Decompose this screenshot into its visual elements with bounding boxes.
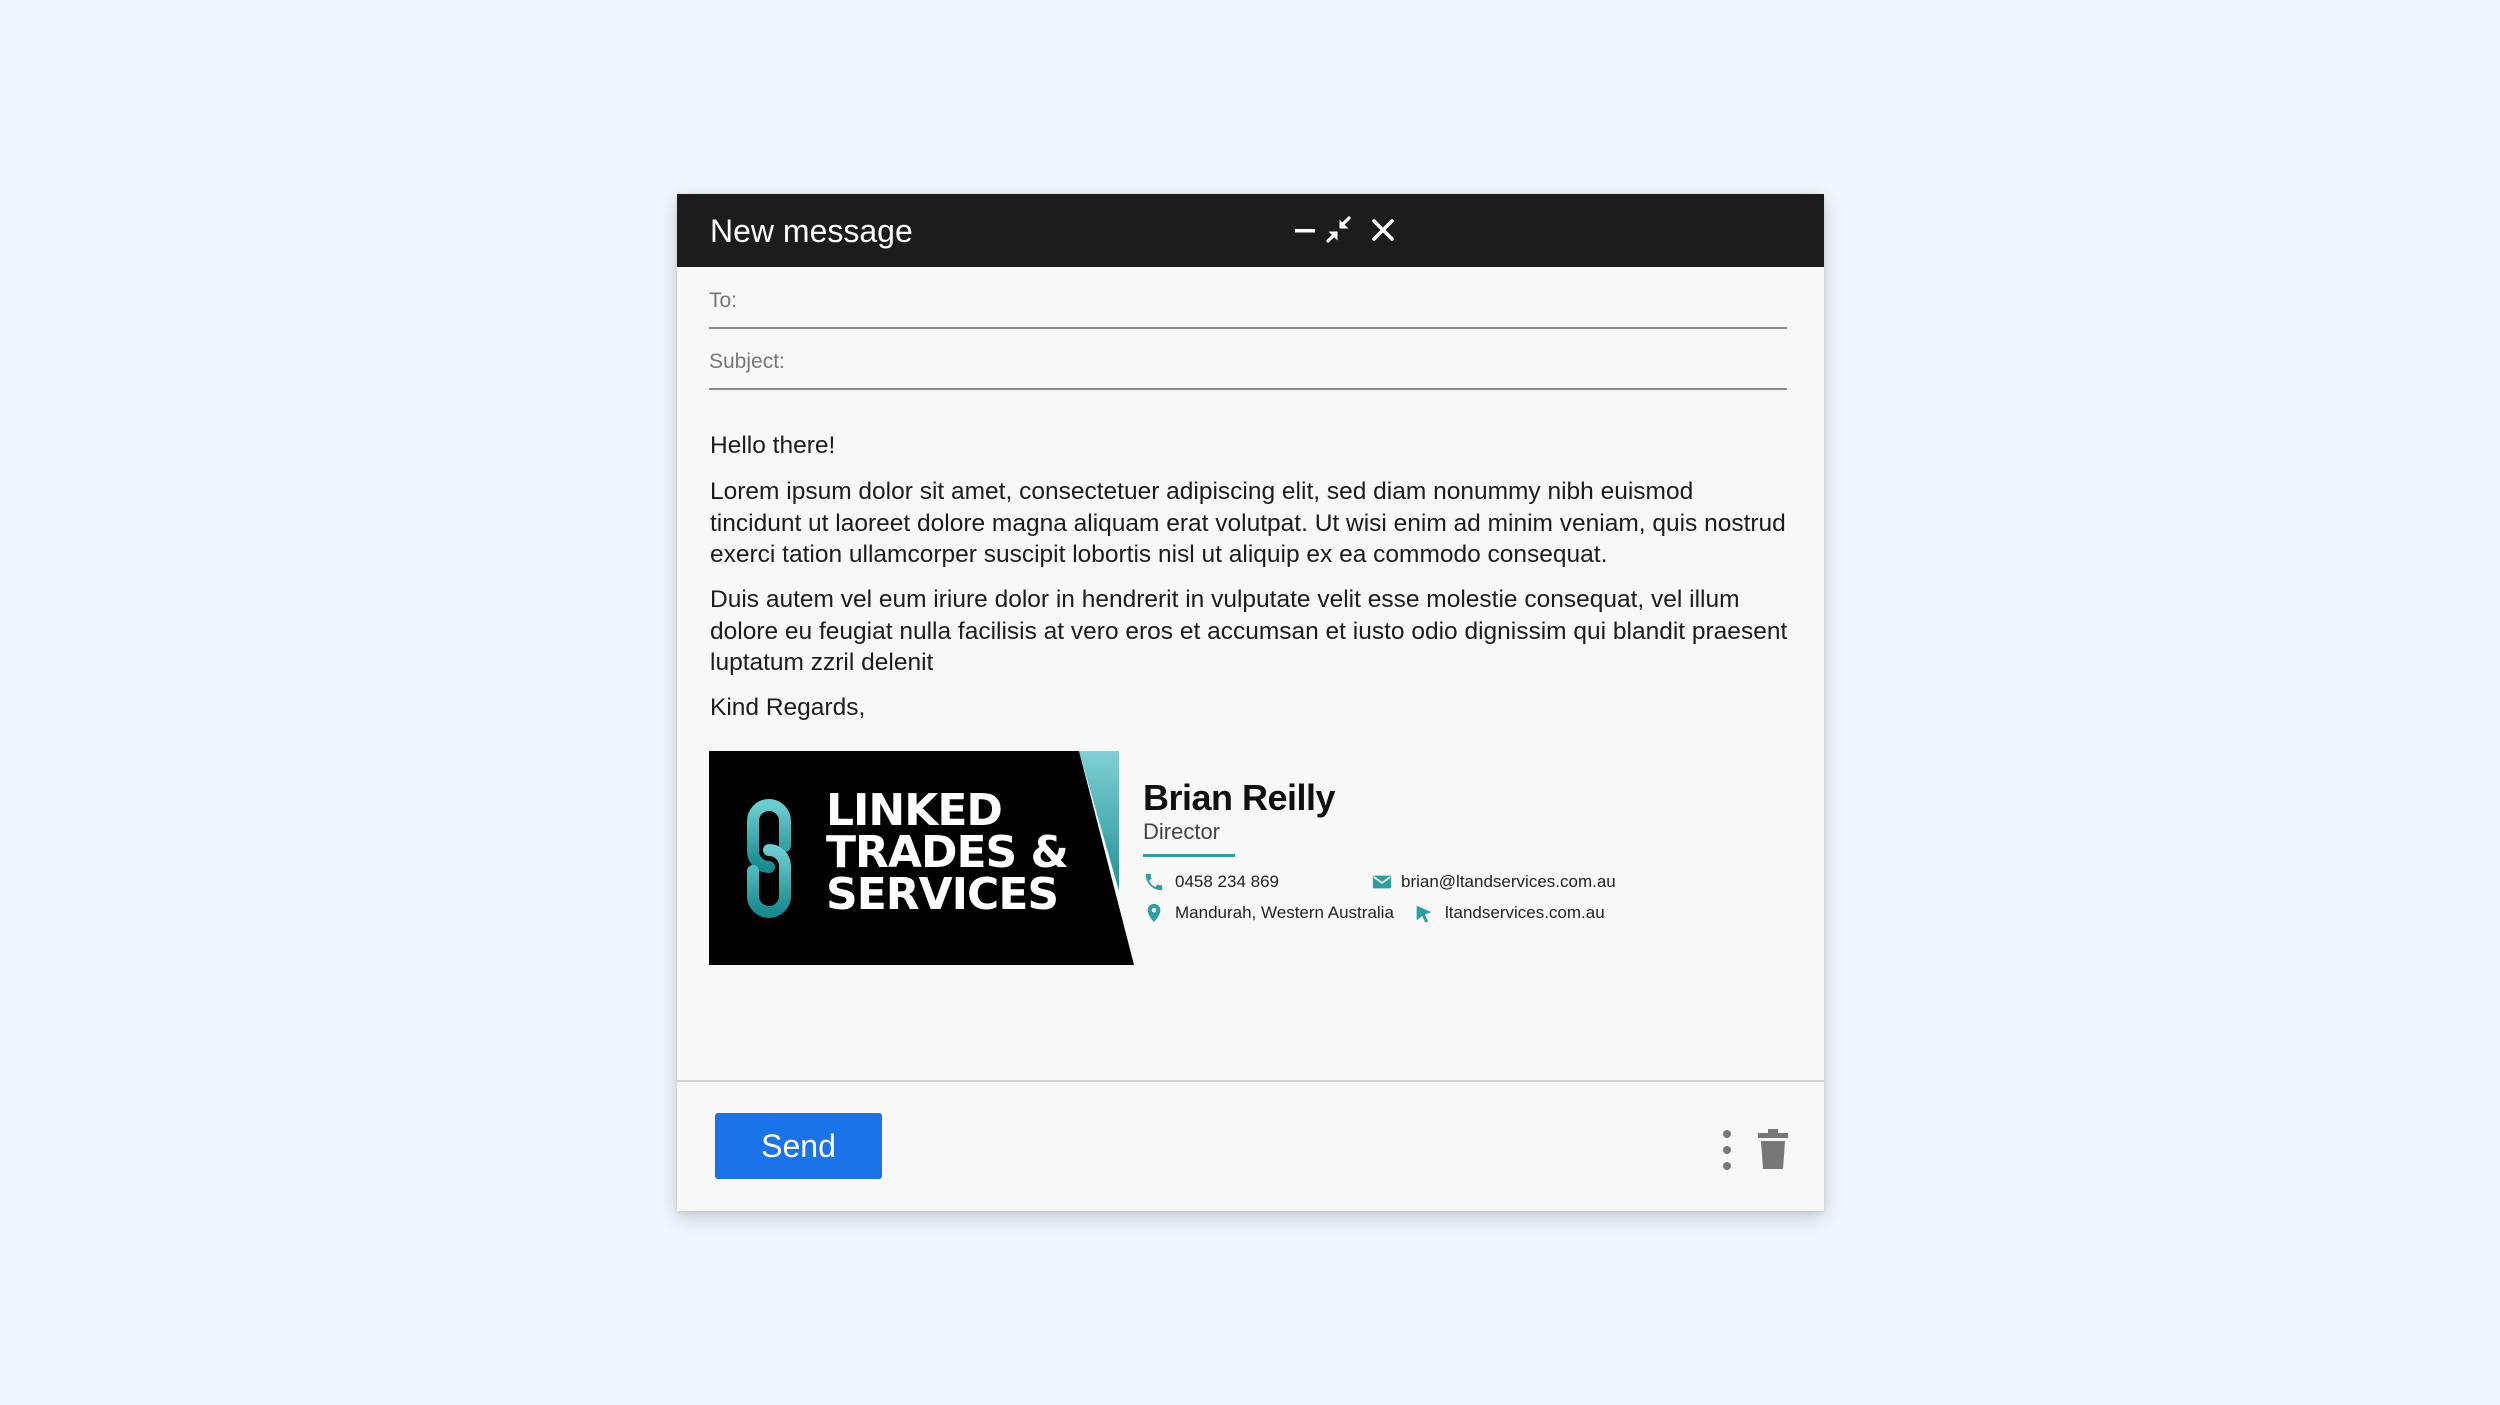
email-signature: LINKED TRADES & SERVICES Brian Reilly Di… (709, 751, 1649, 965)
signature-divider (1143, 854, 1235, 857)
close-icon[interactable] (1365, 212, 1401, 248)
compose-title: New message (710, 213, 913, 249)
logo-line-2: TRADES & (826, 827, 1069, 878)
signature-phone[interactable]: 0458 234 869 (1175, 872, 1279, 892)
more-options-icon[interactable] (1722, 1129, 1732, 1171)
company-logo: LINKED TRADES & SERVICES (709, 751, 1134, 965)
footer-divider (677, 1080, 1824, 1082)
minimize-icon[interactable] (1287, 212, 1323, 248)
collapse-icon[interactable] (1321, 212, 1357, 248)
cursor-icon (1416, 905, 1432, 923)
compose-window: New message To: Subject: Hello there! Lo… (677, 194, 1824, 1211)
signature-website[interactable]: ltandservices.com.au (1445, 903, 1605, 923)
phone-icon (1145, 873, 1163, 891)
greeting-text: Hello there! (710, 432, 836, 459)
to-label: To: (709, 289, 738, 312)
body-paragraph-1: Lorem ipsum dolor sit amet, consectetuer… (710, 478, 1786, 568)
subject-label: Subject: (709, 350, 785, 373)
send-button[interactable]: Send (715, 1113, 882, 1179)
signature-name: Brian Reilly (1143, 777, 1336, 818)
compose-titlebar: New message (677, 194, 1824, 267)
signature-location: Mandurah, Western Australia (1175, 903, 1394, 922)
signature-role: Director (1143, 819, 1221, 844)
to-input[interactable] (799, 285, 1787, 321)
to-field[interactable]: To: (709, 267, 1787, 329)
subject-field[interactable]: Subject: (709, 328, 1787, 390)
logo-line-1: LINKED (826, 785, 1003, 836)
location-pin-icon (1147, 903, 1161, 923)
subject-input[interactable] (799, 346, 1787, 382)
body-paragraph-2: Duis autem vel eum iriure dolor in hendr… (710, 586, 1788, 676)
mail-icon (1372, 875, 1392, 889)
closing-text: Kind Regards, (710, 694, 866, 721)
logo-line-3: SERVICES (826, 869, 1059, 920)
trash-icon[interactable] (1757, 1128, 1789, 1170)
signature-email[interactable]: brian@ltandservices.com.au (1401, 872, 1616, 892)
